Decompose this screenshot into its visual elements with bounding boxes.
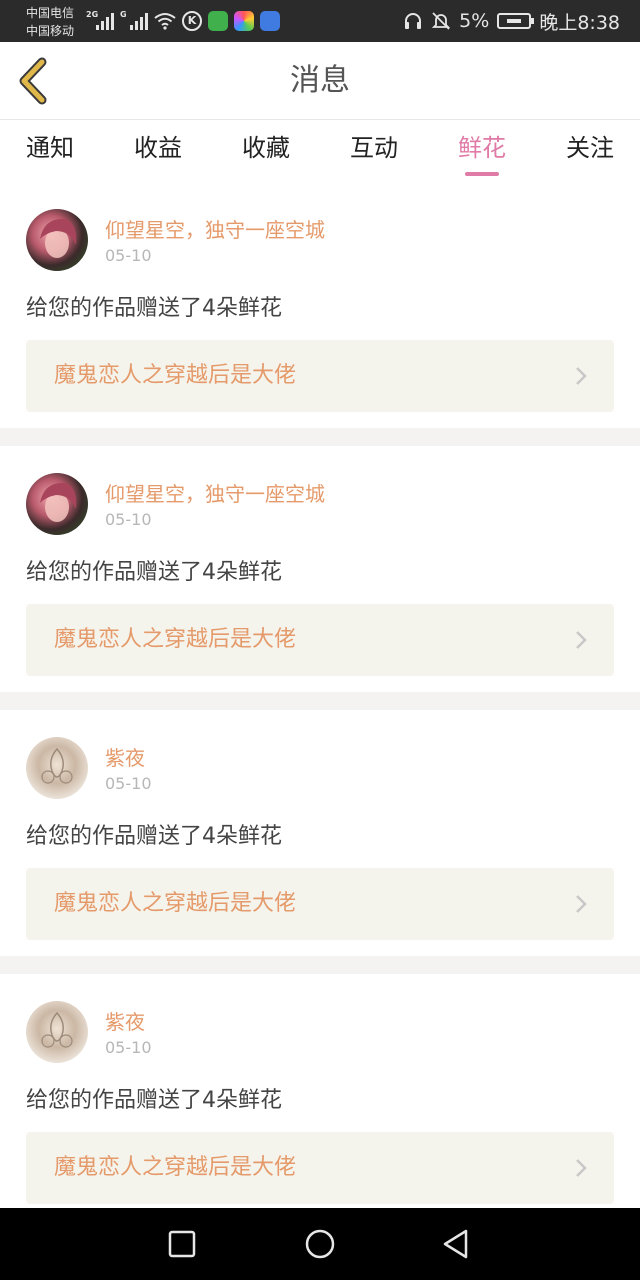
chevron-right-icon <box>576 631 587 649</box>
avatar[interactable] <box>26 209 88 271</box>
status-icons-right: 5% 晚上8:38 <box>403 8 620 34</box>
status-icons-left: 2G G K <box>86 8 280 34</box>
divider <box>0 428 640 446</box>
battery-percent: 5% <box>459 10 490 32</box>
signal-icon-1: 2G <box>86 10 114 30</box>
message-text: 给您的作品赠送了4朵鲜花 <box>26 560 282 585</box>
message-date: 05-10 <box>105 246 152 265</box>
tab-interaction[interactable]: 互动 <box>350 120 398 182</box>
message-text: 给您的作品赠送了4朵鲜花 <box>26 1088 282 1113</box>
clock: 晚上8:38 <box>539 11 620 34</box>
divider <box>0 956 640 974</box>
work-title: 魔鬼恋人之穿越后是大佬 <box>54 627 297 652</box>
carrier-2: 中国移动 <box>26 24 75 38</box>
feed-item: 仰望星空，独守一座空城 05-10 给您的作品赠送了4朵鲜花 魔鬼恋人之穿越后是… <box>0 446 640 692</box>
signal-2-type: G <box>120 10 127 19</box>
status-bar: 中国电信 中国移动 2G G K 5% 晚上8:38 <box>0 0 640 42</box>
tab-notification[interactable]: 通知 <box>26 120 74 182</box>
work-link[interactable]: 魔鬼恋人之穿越后是大佬 <box>26 340 614 412</box>
carrier-1: 中国电信 <box>26 6 75 20</box>
k-app-icon: K <box>182 11 202 31</box>
message-text: 给您的作品赠送了4朵鲜花 <box>26 824 282 849</box>
signal-1-type: 2G <box>86 10 99 19</box>
sender-name[interactable]: 紫夜 <box>105 742 145 771</box>
message-date: 05-10 <box>105 774 152 793</box>
feed-item: 紫夜 05-10 给您的作品赠送了4朵鲜花 魔鬼恋人之穿越后是大佬 <box>0 974 640 1220</box>
work-link[interactable]: 魔鬼恋人之穿越后是大佬 <box>26 868 614 940</box>
carrier-names: 中国电信 中国移动 <box>26 4 74 40</box>
work-title: 魔鬼恋人之穿越后是大佬 <box>54 891 297 916</box>
sender-name[interactable]: 仰望星空，独守一座空城 <box>105 478 325 507</box>
header: 消息 <box>0 42 640 120</box>
work-link[interactable]: 魔鬼恋人之穿越后是大佬 <box>26 604 614 676</box>
music-app-icon <box>260 11 280 31</box>
signal-icon-2: G <box>120 10 148 30</box>
mute-bell-icon <box>431 12 451 30</box>
chevron-right-icon <box>576 895 587 913</box>
back-triangle-icon[interactable] <box>438 1226 474 1262</box>
headset-icon <box>405 13 422 29</box>
system-navigation-bar <box>0 1208 640 1280</box>
tab-flowers[interactable]: 鲜花 <box>458 120 506 182</box>
flower-feed: 仰望星空，独守一座空城 05-10 给您的作品赠送了4朵鲜花 魔鬼恋人之穿越后是… <box>0 182 640 1220</box>
work-title: 魔鬼恋人之穿越后是大佬 <box>54 363 297 388</box>
tab-favorites[interactable]: 收藏 <box>242 120 290 182</box>
recent-apps-icon[interactable] <box>164 1226 200 1262</box>
sender-name[interactable]: 紫夜 <box>105 1006 145 1035</box>
app-icon-colorful <box>234 11 254 31</box>
message-date: 05-10 <box>105 510 152 529</box>
avatar[interactable] <box>26 737 88 799</box>
work-link[interactable]: 魔鬼恋人之穿越后是大佬 <box>26 1132 614 1204</box>
avatar[interactable] <box>26 1001 88 1063</box>
page-title: 消息 <box>290 63 350 98</box>
message-date: 05-10 <box>105 1038 152 1057</box>
tab-following[interactable]: 关注 <box>566 120 614 182</box>
home-icon[interactable] <box>302 1226 338 1262</box>
work-title: 魔鬼恋人之穿越后是大佬 <box>54 1155 297 1180</box>
chevron-right-icon <box>576 1159 587 1177</box>
wifi-icon <box>154 13 176 30</box>
chevron-right-icon <box>576 367 587 385</box>
feed-item: 紫夜 05-10 给您的作品赠送了4朵鲜花 魔鬼恋人之穿越后是大佬 <box>0 710 640 956</box>
battery-icon <box>497 13 535 29</box>
avatar[interactable] <box>26 473 88 535</box>
message-text: 给您的作品赠送了4朵鲜花 <box>26 296 282 321</box>
tab-earnings[interactable]: 收益 <box>134 120 182 182</box>
sender-name[interactable]: 仰望星空，独守一座空城 <box>105 214 325 243</box>
tab-bar: 通知 收益 收藏 互动 鲜花 关注 <box>0 120 640 182</box>
feed-item: 仰望星空，独守一座空城 05-10 给您的作品赠送了4朵鲜花 魔鬼恋人之穿越后是… <box>0 182 640 428</box>
divider <box>0 692 640 710</box>
app-icon-green <box>208 11 228 31</box>
